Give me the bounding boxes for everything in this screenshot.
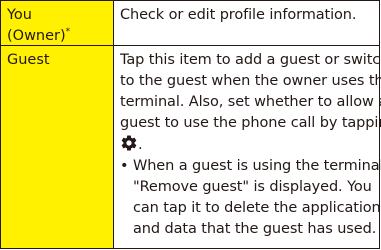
- guest-header-cell: Guest: [1, 46, 114, 248]
- footnote-marker: *: [65, 27, 71, 38]
- table-row-guest: Guest Tap this item to add a guest or sw…: [1, 46, 381, 248]
- guest-label: Guest: [7, 52, 50, 68]
- bullet-marker: •: [120, 158, 129, 174]
- owner-sublabel-text: (Owner): [7, 28, 66, 44]
- gear-icon: [120, 134, 138, 152]
- bullet-text-continued: "Remove guest" is displayed. You: [133, 179, 372, 195]
- guest-description-cell: Tap this item to add a guest or switch t…: [114, 46, 381, 248]
- owner-description: Check or edit profile information.: [120, 7, 357, 23]
- icon-period: .: [138, 137, 143, 153]
- guest-description-line: Tap this item to add a guest or switch: [120, 52, 381, 68]
- gear-icon-line: .: [120, 134, 375, 156]
- bullet-text-continued: and data that the guest has used.: [133, 221, 377, 237]
- owner-header-cell: You (Owner)*: [1, 1, 114, 45]
- bullet-text-continued: can tap it to delete the applications: [133, 200, 381, 216]
- bullet-text: When a guest is using the terminal,: [132, 158, 381, 174]
- table-row-owner: You (Owner)* Check or edit profile infor…: [1, 1, 379, 46]
- settings-table: You (Owner)* Check or edit profile infor…: [0, 0, 381, 249]
- owner-label: You: [7, 7, 32, 23]
- owner-sublabel: (Owner)*: [7, 26, 113, 47]
- guest-description-line: guest to use the phone call by tapping: [120, 115, 381, 131]
- bullet-line: • When a guest is using the terminal,: [120, 156, 381, 177]
- guest-description-line: to the guest when the owner uses the: [120, 73, 381, 89]
- owner-description-cell: Check or edit profile information.: [114, 1, 379, 45]
- guest-description-line: terminal. Also, set whether to allow a: [120, 94, 381, 110]
